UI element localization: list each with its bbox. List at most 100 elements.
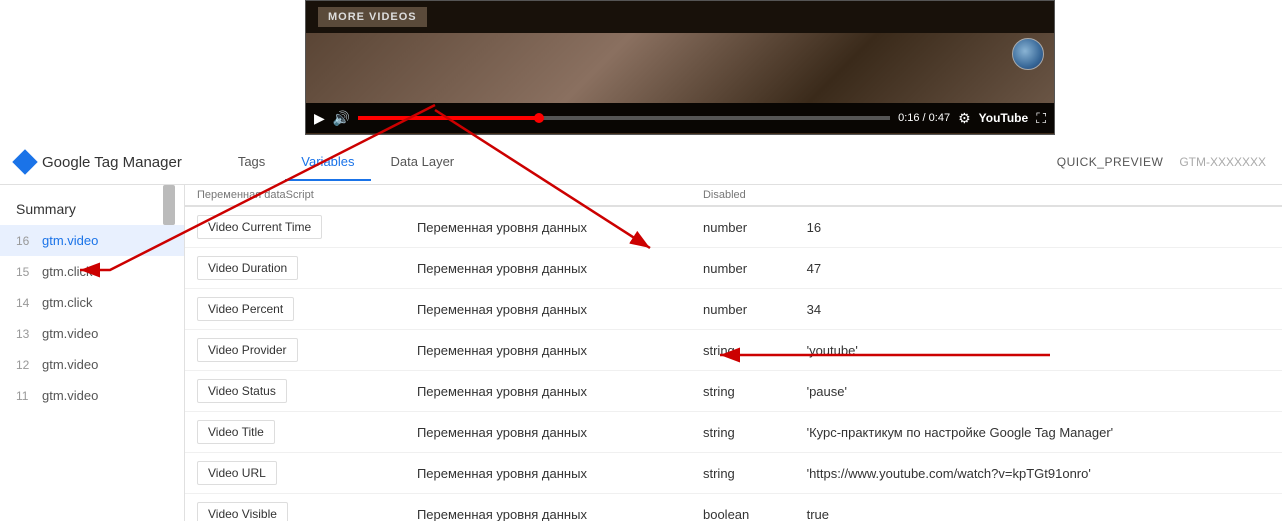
- col-header-subtype: Disabled: [691, 185, 795, 206]
- tab-data-layer[interactable]: Data Layer: [375, 144, 471, 181]
- sidebar-item-4[interactable]: 12 gtm.video: [0, 349, 184, 380]
- sidebar-item-3[interactable]: 13 gtm.video: [0, 318, 184, 349]
- var-value-cell: 16: [795, 206, 1282, 248]
- sidebar-item-num-0: 16: [16, 234, 34, 248]
- video-top-bar: MORE VIDEOS: [306, 1, 1054, 33]
- var-type-cell: Переменная уровня данных: [405, 453, 691, 494]
- sidebar-item-5[interactable]: 11 gtm.video: [0, 380, 184, 411]
- var-name-cell[interactable]: Video Provider: [185, 330, 405, 371]
- var-value-cell: 'https://www.youtube.com/watch?v=kpTGt91…: [795, 453, 1282, 494]
- globe-icon: [1012, 38, 1044, 70]
- var-name-button[interactable]: Video Visible: [197, 502, 288, 521]
- col-header-type: [405, 185, 691, 206]
- settings-icon[interactable]: ⚙: [958, 110, 971, 127]
- var-name-button[interactable]: Video Title: [197, 420, 275, 444]
- sidebar-item-1[interactable]: 15 gtm.click: [0, 256, 184, 287]
- summary-label: Summary: [0, 185, 184, 225]
- sidebar-item-label-0: gtm.video: [42, 233, 98, 248]
- var-name-button[interactable]: Video Status: [197, 379, 287, 403]
- play-button[interactable]: ▶: [314, 110, 325, 127]
- var-name-cell[interactable]: Video Visible: [185, 494, 405, 521]
- progress-fill: [358, 116, 539, 120]
- table-row: Video Title Переменная уровня данных str…: [185, 412, 1282, 453]
- table-row: Video Provider Переменная уровня данных …: [185, 330, 1282, 371]
- var-subtype-cell: string: [691, 371, 795, 412]
- var-type-cell: Переменная уровня данных: [405, 494, 691, 521]
- table-row: Video Duration Переменная уровня данных …: [185, 248, 1282, 289]
- table-row: Video Visible Переменная уровня данных b…: [185, 494, 1282, 521]
- var-subtype-cell: string: [691, 412, 795, 453]
- var-value-cell: 'youtube': [795, 330, 1282, 371]
- table-row: Video Percent Переменная уровня данных n…: [185, 289, 1282, 330]
- var-type-cell: Переменная уровня данных: [405, 206, 691, 248]
- var-name-cell[interactable]: Video URL: [185, 453, 405, 494]
- progress-dot: [534, 113, 544, 123]
- var-value-cell: 47: [795, 248, 1282, 289]
- tab-variables[interactable]: Variables: [285, 144, 370, 181]
- time-label: 0:16 / 0:47: [898, 112, 950, 124]
- more-videos-button[interactable]: MORE VIDEOS: [318, 7, 427, 27]
- video-controls: ▶ 🔊 0:16 / 0:47 ⚙ YouTube ⛶: [306, 103, 1054, 133]
- sidebar-item-0[interactable]: 16 gtm.video: [0, 225, 184, 256]
- gtm-right: QUICK_PREVIEW GTM-XXXXXXX: [1057, 155, 1266, 169]
- sidebar: Summary 16 gtm.video 15 gtm.click 14 gtm…: [0, 185, 185, 521]
- gtm-nav: Tags Variables Data Layer: [222, 144, 470, 181]
- table-row: Video Status Переменная уровня данных st…: [185, 371, 1282, 412]
- gtm-header: Google Tag Manager Tags Variables Data L…: [0, 140, 1282, 185]
- var-name-cell[interactable]: Video Current Time: [185, 206, 405, 248]
- quick-preview-button[interactable]: QUICK_PREVIEW: [1057, 155, 1164, 169]
- sidebar-item-num-4: 12: [16, 358, 34, 372]
- var-subtype-cell: boolean: [691, 494, 795, 521]
- sidebar-item-num-1: 15: [16, 265, 34, 279]
- var-value-cell: true: [795, 494, 1282, 521]
- var-name-button[interactable]: Video Duration: [197, 256, 298, 280]
- tab-tags[interactable]: Tags: [222, 144, 281, 181]
- var-type-cell: Переменная уровня данных: [405, 371, 691, 412]
- variables-table: Переменная dataScript Disabled Video Cur…: [185, 185, 1282, 521]
- progress-bar[interactable]: [358, 116, 890, 120]
- var-type-cell: Переменная уровня данных: [405, 289, 691, 330]
- var-type-cell: Переменная уровня данных: [405, 248, 691, 289]
- var-name-cell[interactable]: Video Status: [185, 371, 405, 412]
- youtube-logo: YouTube: [979, 111, 1029, 125]
- gtm-id: GTM-XXXXXXX: [1179, 155, 1266, 169]
- var-value-cell: 'pause': [795, 371, 1282, 412]
- sidebar-item-num-5: 11: [16, 389, 34, 403]
- gtm-title: Google Tag Manager: [42, 154, 182, 171]
- var-name-button[interactable]: Video Percent: [197, 297, 294, 321]
- volume-button[interactable]: 🔊: [333, 110, 350, 127]
- video-player: MORE VIDEOS ▶ 🔊 0:16 / 0:47 ⚙ YouTube ⛶: [305, 0, 1055, 135]
- sidebar-item-label-5: gtm.video: [42, 388, 98, 403]
- fullscreen-icon[interactable]: ⛶: [1036, 110, 1046, 127]
- var-name-cell[interactable]: Video Title: [185, 412, 405, 453]
- sidebar-item-label-4: gtm.video: [42, 357, 98, 372]
- var-name-button[interactable]: Video Provider: [197, 338, 298, 362]
- var-name-button[interactable]: Video URL: [197, 461, 277, 485]
- sidebar-item-label-1: gtm.click: [42, 264, 93, 279]
- col-header-value: [795, 185, 1282, 206]
- gtm-diamond-icon: [12, 149, 37, 174]
- video-thumbnail: [306, 33, 1054, 103]
- var-subtype-cell: number: [691, 289, 795, 330]
- sidebar-item-num-3: 13: [16, 327, 34, 341]
- var-subtype-cell: number: [691, 206, 795, 248]
- var-name-cell[interactable]: Video Duration: [185, 248, 405, 289]
- sidebar-item-num-2: 14: [16, 296, 34, 310]
- table-row: Video Current Time Переменная уровня дан…: [185, 206, 1282, 248]
- sidebar-item-label-2: gtm.click: [42, 295, 93, 310]
- main-content: Переменная dataScript Disabled Video Cur…: [185, 185, 1282, 521]
- gtm-logo: Google Tag Manager: [16, 153, 182, 171]
- sidebar-scrollbar[interactable]: [163, 185, 175, 225]
- sidebar-item-label-3: gtm.video: [42, 326, 98, 341]
- var-name-cell[interactable]: Video Percent: [185, 289, 405, 330]
- var-type-cell: Переменная уровня данных: [405, 330, 691, 371]
- var-value-cell: 'Курс-практикум по настройке Google Tag …: [795, 412, 1282, 453]
- var-name-button[interactable]: Video Current Time: [197, 215, 322, 239]
- var-subtype-cell: string: [691, 330, 795, 371]
- var-type-cell: Переменная уровня данных: [405, 412, 691, 453]
- var-value-cell: 34: [795, 289, 1282, 330]
- var-subtype-cell: number: [691, 248, 795, 289]
- sidebar-item-2[interactable]: 14 gtm.click: [0, 287, 184, 318]
- col-header-name: Переменная dataScript: [185, 185, 405, 206]
- table-row: Video URL Переменная уровня данных strin…: [185, 453, 1282, 494]
